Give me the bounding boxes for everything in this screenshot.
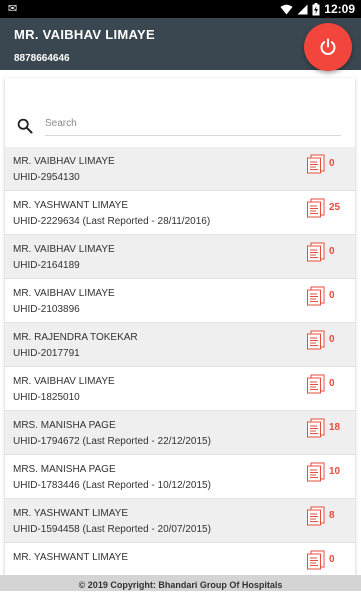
- search-input[interactable]: [45, 112, 341, 136]
- patient-name: MR. VAIBHAV LIMAYE: [13, 376, 115, 387]
- patient-row[interactable]: MRS. MANISHA PAGE UHID-1794672 (Last Repo…: [5, 411, 355, 455]
- patient-name: MR. RAJENDRA TOKEKAR: [13, 332, 138, 343]
- report-icon[interactable]: [306, 330, 326, 355]
- report-count: 0: [329, 334, 335, 345]
- patient-name: MR. VAIBHAV LIMAYE: [13, 244, 115, 255]
- patient-name: MR. VAIBHAV LIMAYE: [13, 288, 115, 299]
- report-count: 10: [329, 466, 341, 477]
- patient-uhid: UHID-1783446 (Last Reported - 10/12/2015…: [13, 480, 211, 491]
- patient-name: MR. YASHWANT LIMAYE: [13, 200, 129, 211]
- patient-uhid: UHID-2164189: [13, 260, 80, 271]
- report-icon[interactable]: [306, 286, 326, 311]
- search-icon: [17, 118, 33, 134]
- report-count: 0: [329, 378, 335, 389]
- patient-name: MRS. MANISHA PAGE: [13, 420, 116, 431]
- report-icon[interactable]: [306, 154, 326, 179]
- patient-row[interactable]: MR. VAIBHAV LIMAYE UHID-2103896 0: [5, 279, 355, 323]
- user-phone: 8878664646: [14, 53, 70, 64]
- report-count: 8: [329, 510, 335, 521]
- patient-row[interactable]: MR. VAIBHAV LIMAYE UHID-1825010 0: [5, 367, 355, 411]
- signal-icon: [297, 4, 308, 14]
- patient-uhid: UHID-2017791: [13, 348, 80, 359]
- report-icon[interactable]: [306, 374, 326, 399]
- patient-row[interactable]: MR. YASHWANT LIMAYE UHID-1594458 (Last Re…: [5, 499, 355, 543]
- patient-card: MR. VAIBHAV LIMAYEUHID-29541300MR. YASHW…: [5, 78, 355, 578]
- report-count: 0: [329, 158, 335, 169]
- power-icon: [320, 38, 336, 55]
- patient-row[interactable]: MRS. MANISHA PAGE UHID-1783446 (Last Repo…: [5, 455, 355, 499]
- report-icon[interactable]: [306, 506, 326, 531]
- status-icons: 12:09: [280, 1, 355, 17]
- battery-icon: [312, 2, 320, 15]
- patient-uhid: UHID-2229634 (Last Reported - 28/11/2016…: [13, 216, 211, 227]
- patient-uhid: UHID-1594458 (Last Reported - 20/07/2015…: [13, 524, 211, 535]
- patient-uhid: UHID-2954130: [13, 172, 80, 183]
- user-name: MR. VAIBHAV LIMAYE: [14, 27, 155, 42]
- notification-icon: ✉: [8, 2, 18, 15]
- patient-name: MRS. MANISHA PAGE: [13, 464, 116, 475]
- status-time: 12:09: [324, 2, 355, 16]
- patient-row[interactable]: MR. YASHWANT LIMAYE 0: [5, 543, 355, 578]
- wifi-icon: [280, 4, 293, 14]
- patient-uhid: UHID-1794672 (Last Reported - 22/12/2015…: [13, 436, 211, 447]
- report-count: 25: [329, 202, 341, 213]
- patient-row[interactable]: MR. VAIBHAV LIMAYE UHID-2954130 0: [5, 147, 355, 191]
- report-count: 18: [329, 422, 341, 433]
- patient-name: MR. YASHWANT LIMAYE: [13, 508, 129, 519]
- report-count: 0: [329, 290, 335, 301]
- report-count: 0: [329, 246, 335, 257]
- copyright-text: © 2019 Copyright: Bhandari Group Of Hosp…: [78, 580, 283, 590]
- report-icon[interactable]: [306, 550, 326, 575]
- patient-row[interactable]: MR. RAJENDRA TOKEKAR UHID-2017791 0: [5, 323, 355, 367]
- patient-name: MR. VAIBHAV LIMAYE: [13, 156, 115, 167]
- logout-button[interactable]: [304, 23, 352, 71]
- footer: © 2019 Copyright: Bhandari Group Of Hosp…: [0, 575, 361, 591]
- patient-name: MR. YASHWANT LIMAYE: [13, 552, 129, 563]
- report-icon[interactable]: [306, 462, 326, 487]
- patient-list: MR. VAIBHAV LIMAYE UHID-2954130 0 MR. YASHW…: [5, 147, 355, 578]
- patient-row[interactable]: MR. YASHWANT LIMAYE UHID-2229634 (Last Re…: [5, 191, 355, 235]
- report-icon[interactable]: [306, 242, 326, 267]
- patient-row[interactable]: MR. VAIBHAV LIMAYE UHID-2164189 0: [5, 235, 355, 279]
- report-icon[interactable]: [306, 418, 326, 443]
- patient-uhid: UHID-2103896: [13, 304, 80, 315]
- report-icon[interactable]: [306, 198, 326, 223]
- search-bar: [5, 78, 355, 146]
- patient-uhid: UHID-1825010: [13, 392, 80, 403]
- report-count: 0: [329, 554, 335, 565]
- status-bar: ✉ 12:09: [0, 0, 361, 18]
